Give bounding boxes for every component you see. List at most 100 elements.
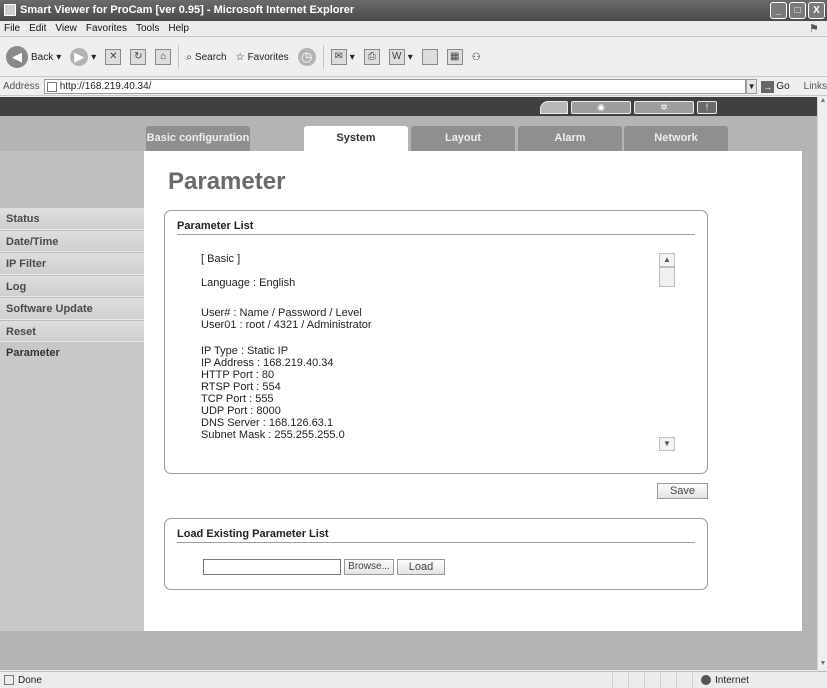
title-bar: Smart Viewer for ProCam [ver 0.95] - Mic… [0, 0, 827, 21]
print-icon: ⎙ [363, 49, 380, 65]
address-label: Address [3, 81, 40, 92]
menu-help[interactable]: Help [168, 23, 189, 34]
discuss-button[interactable] [420, 43, 440, 71]
setup-button[interactable]: ✲ [634, 101, 694, 114]
status-cell [676, 672, 692, 688]
status-cell [660, 672, 676, 688]
minimize-button[interactable]: _ [770, 2, 787, 19]
main-panel: Parameter Parameter List [ Basic ] Langu… [144, 151, 802, 631]
edit-icon: W [388, 49, 405, 65]
sidebar: Status Date/Time IP Filter Log Software … [0, 151, 144, 631]
forward-arrow-icon: ▶ [70, 48, 89, 66]
top-icon-bar: ◉ ✲ ! [540, 99, 730, 114]
sidebar-item-status[interactable]: Status [0, 207, 144, 230]
gear-icon: ✲ [660, 102, 668, 112]
scroll-up-icon[interactable]: ▲ [818, 97, 827, 107]
browse-button[interactable]: Browse... [344, 559, 394, 575]
divider [177, 234, 695, 235]
sidebar-item-reset[interactable]: Reset [0, 319, 144, 342]
param-line: User# : Name / Password / Level [201, 307, 362, 319]
sidebar-item-ip-filter[interactable]: IP Filter [0, 252, 144, 275]
sidebar-item-parameter[interactable]: Parameter [0, 342, 144, 365]
menu-file[interactable]: File [4, 23, 20, 34]
scroll-down-icon[interactable]: ▼ [659, 437, 675, 451]
page-icon [46, 81, 57, 92]
menu-view[interactable]: View [55, 23, 77, 34]
param-line: DNS Server : 168.126.63.1 [201, 417, 334, 429]
print-button[interactable]: ⎙ [362, 43, 382, 71]
menu-favorites[interactable]: Favorites [86, 23, 127, 34]
param-line: RTSP Port : 554 [201, 381, 281, 393]
chevron-down-icon: ▾ [349, 51, 355, 63]
mail-icon: ✉ [330, 49, 347, 65]
page-scrollbar[interactable]: ▲ ▼ [817, 97, 827, 670]
refresh-icon: ↻ [130, 49, 147, 65]
sidebar-item-software-update[interactable]: Software Update [0, 297, 144, 320]
sidebar-item-log[interactable]: Log [0, 274, 144, 297]
home-icon: ⌂ [155, 49, 172, 65]
tab-system[interactable]: System [304, 126, 408, 152]
messenger-button[interactable]: ⚇ [470, 43, 483, 71]
status-cell [644, 672, 660, 688]
mail-button[interactable]: ✉ ▾ [329, 43, 357, 71]
status-cell [612, 672, 628, 688]
go-button[interactable]: → Go [761, 80, 790, 93]
favorites-button[interactable]: ☆ Favorites [234, 43, 291, 71]
parameter-list-scrollbar[interactable]: ▲ ▼ [659, 253, 675, 451]
address-url: http://168.219.40.34/ [59, 81, 152, 92]
param-line: IP Address : 168.219.40.34 [201, 357, 334, 369]
messenger-icon: ⚇ [471, 51, 481, 63]
address-input[interactable]: http://168.219.40.34/ [43, 79, 746, 94]
forward-button[interactable]: ▶ ▾ [68, 43, 98, 71]
tab-network[interactable]: Network [624, 126, 728, 151]
live-view-button[interactable]: ◉ [571, 101, 631, 114]
info-button[interactable]: ! [697, 101, 717, 114]
scroll-thumb[interactable] [659, 267, 675, 287]
address-dropdown-button[interactable]: ▼ [745, 79, 758, 94]
links-menu[interactable]: Links [804, 81, 827, 92]
discuss-icon [421, 49, 438, 65]
eye-icon: ◉ [597, 102, 605, 112]
close-button[interactable]: X [808, 2, 825, 19]
maximize-button[interactable]: □ [789, 2, 806, 19]
load-parameter-title: Load Existing Parameter List [177, 528, 329, 540]
research-button[interactable]: ▦ [445, 43, 465, 71]
sidebar-item-date-time[interactable]: Date/Time [0, 229, 144, 252]
save-button[interactable]: Save [657, 483, 708, 499]
search-button[interactable]: ⌕ Search [184, 43, 228, 71]
menu-edit[interactable]: Edit [29, 23, 46, 34]
status-bar: Done Internet [0, 671, 827, 688]
tab-alarm[interactable]: Alarm [518, 126, 622, 151]
refresh-button[interactable]: ↻ [128, 43, 148, 71]
history-button[interactable]: ◷ [296, 43, 318, 71]
home-button[interactable]: ⌂ [153, 43, 173, 71]
toolbar-separator [178, 45, 180, 69]
param-line: IP Type : Static IP [201, 345, 289, 357]
search-icon: ⌕ [186, 51, 192, 63]
go-arrow-icon: → [761, 80, 775, 93]
edit-button[interactable]: W ▾ [387, 43, 415, 71]
status-text: Done [18, 674, 42, 686]
tab-basic-configuration[interactable]: Basic configuration [146, 126, 250, 151]
menu-tools[interactable]: Tools [136, 23, 159, 34]
parameter-list-text[interactable]: [ Basic ] Language : English User# : Nam… [201, 253, 677, 451]
top-banner: ◉ ✲ ! [0, 97, 817, 116]
scroll-up-icon[interactable]: ▲ [659, 253, 675, 267]
file-path-input[interactable] [203, 559, 341, 575]
address-bar: Address http://168.219.40.34/ ▼ → Go Lin… [0, 78, 827, 96]
tab-layout[interactable]: Layout [411, 126, 515, 151]
parameter-list-box: Parameter List [ Basic ] Language : Engl… [164, 210, 708, 474]
menu-bar: File Edit View Favorites Tools Help [0, 21, 827, 37]
param-line: [ Basic ] [201, 253, 241, 265]
info-icon: ! [705, 102, 709, 112]
go-label: Go [776, 81, 790, 92]
scroll-down-icon[interactable]: ▼ [818, 660, 827, 670]
back-button[interactable]: ◀ Back ▾ [4, 43, 63, 71]
back-arrow-icon: ◀ [6, 46, 28, 68]
page-title: Parameter [168, 168, 286, 195]
security-zone: Internet [692, 672, 749, 688]
stop-button[interactable]: ✕ [103, 43, 123, 71]
load-button[interactable]: Load [397, 559, 445, 575]
windows-logo-icon: ⚑ [809, 23, 819, 35]
sidebar-menu: Status Date/Time IP Filter Log Software … [0, 207, 144, 365]
